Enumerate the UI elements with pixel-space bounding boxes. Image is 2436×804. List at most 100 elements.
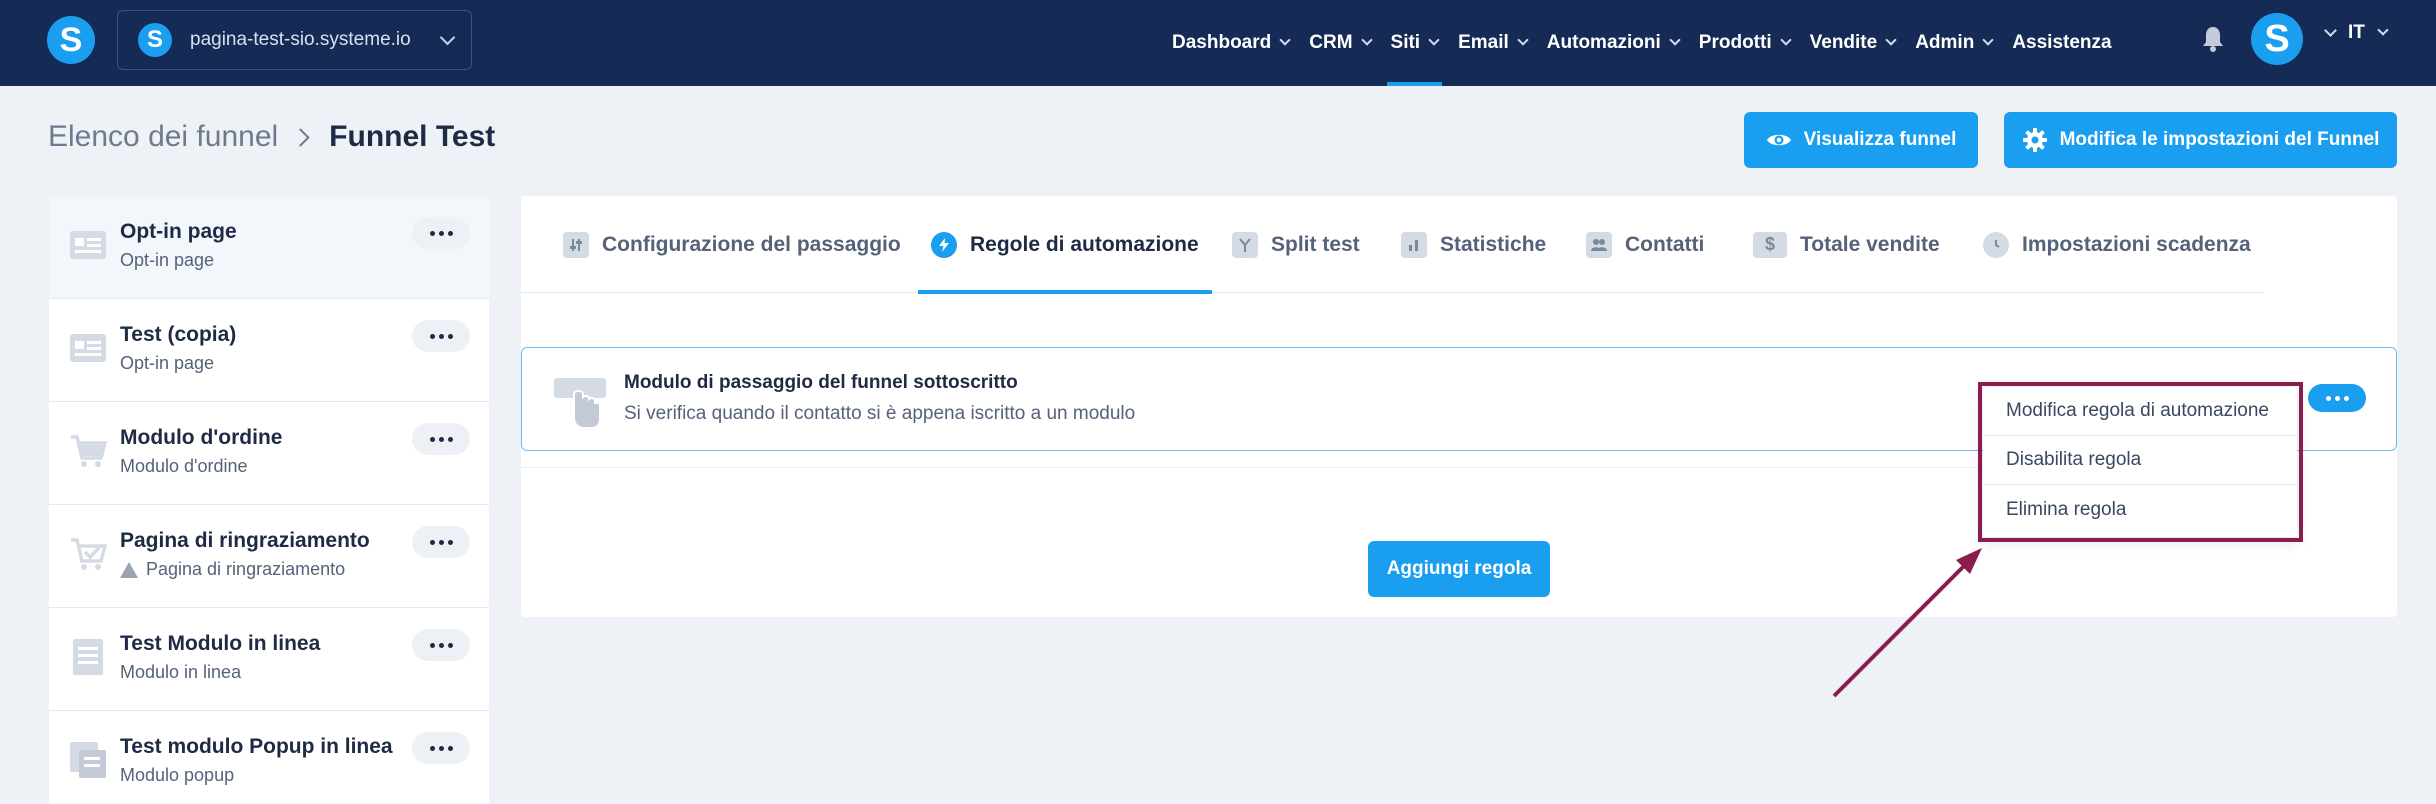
dollar-icon: $ — [1753, 231, 1787, 258]
nav-label: Vendite — [1809, 32, 1878, 53]
tab-split-test[interactable]: Split test — [1232, 196, 1360, 293]
chart-icon — [1401, 231, 1427, 258]
top-navigation-bar: S S pagina-test-sio.systeme.io Dashboard… — [0, 0, 2436, 86]
sidebar-step-thank-you[interactable]: Pagina di ringraziamento Pagina di ringr… — [49, 505, 489, 608]
step-type-label: Pagina di ringraziamento — [146, 559, 346, 579]
chevron-down-icon — [439, 29, 456, 45]
nav-label: Prodotti — [1698, 32, 1772, 53]
document-icon — [73, 639, 103, 675]
sidebar-step-order-form[interactable]: Modulo d'ordine Modulo d'ordine — [49, 402, 489, 505]
chevron-down-icon — [2377, 24, 2389, 36]
nav-label: Automazioni — [1546, 32, 1661, 53]
tab-label: Totale vendite — [1800, 232, 1940, 256]
split-icon — [1232, 231, 1258, 258]
tab-automation-rules[interactable]: Regole di automazione — [918, 196, 1212, 294]
edit-funnel-settings-button[interactable]: Modifica le impostazioni del Funnel — [2004, 112, 2397, 168]
chevron-down-icon — [1779, 34, 1792, 46]
site-name: pagina-test-sio.systeme.io — [190, 29, 411, 50]
nav-label: CRM — [1309, 32, 1353, 53]
sliders-icon — [563, 231, 589, 258]
step-options-button[interactable] — [412, 423, 470, 455]
nav-item-dashboard[interactable]: Dashboard — [1172, 0, 1291, 86]
sidebar-step-optin-page[interactable]: Opt-in page Opt-in page — [49, 196, 489, 299]
tab-label: Configurazione del passaggio — [602, 232, 901, 256]
nav-item-assistenza[interactable]: Assistenza — [2012, 0, 2111, 86]
chevron-down-icon — [1982, 34, 1994, 46]
nav-item-siti[interactable]: Siti — [1386, 0, 1442, 86]
step-type-label: Modulo d'ordine — [120, 456, 248, 476]
bolt-icon — [931, 231, 957, 258]
form-subscribe-icon — [554, 378, 606, 429]
chevron-right-icon — [291, 127, 310, 147]
step-tabs: Configurazione del passaggio Regole di a… — [521, 196, 2263, 294]
chevron-down-icon — [1360, 34, 1373, 46]
sidebar-step-inline-form[interactable]: Test Modulo in linea Modulo in linea — [49, 608, 489, 711]
nav-item-crm[interactable]: CRM — [1309, 0, 1373, 86]
step-title: Pagina di ringraziamento — [120, 529, 370, 552]
sidebar-step-test-copia[interactable]: Test (copia) Opt-in page — [49, 299, 489, 402]
rule-title: Modulo di passaggio del funnel sottoscri… — [624, 372, 1018, 393]
tab-total-sales[interactable]: $ Totale vendite — [1753, 196, 1940, 293]
step-options-button[interactable] — [412, 320, 470, 352]
menu-item-delete-rule[interactable]: Elimina regola — [1983, 485, 2297, 534]
popup-icon — [70, 742, 106, 778]
tab-contacts[interactable]: Contatti — [1586, 196, 1704, 293]
step-type: Pagina di ringraziamento — [120, 559, 345, 580]
chevron-down-icon — [1669, 34, 1681, 46]
breadcrumb-funnel-list-link[interactable]: Elenco dei funnel — [48, 120, 278, 154]
nav-label: Dashboard — [1172, 32, 1272, 53]
menu-item-edit-rule[interactable]: Modifica regola di automazione — [1983, 387, 2297, 436]
step-options-button[interactable] — [412, 526, 470, 558]
nav-item-email[interactable]: Email — [1458, 0, 1529, 86]
step-type-label: Opt-in page — [120, 353, 215, 373]
step-title: Test modulo Popup in linea — [120, 735, 393, 758]
main-nav: Dashboard CRM Siti Email Automazioni Pro… — [1172, 0, 2132, 86]
page-title: Funnel Test — [329, 120, 496, 153]
tab-label: Contatti — [1625, 232, 1705, 256]
step-type: Modulo in linea — [120, 662, 241, 683]
tab-step-configuration[interactable]: Configurazione del passaggio — [563, 196, 901, 293]
step-options-button[interactable] — [412, 629, 470, 661]
bell-icon[interactable] — [2202, 24, 2224, 54]
chevron-down-icon — [1428, 34, 1440, 46]
rule-options-button[interactable] — [2308, 384, 2366, 412]
nav-item-vendite[interactable]: Vendite — [1809, 0, 1897, 86]
chevron-down-icon — [1885, 34, 1897, 46]
step-type: Opt-in page — [120, 250, 214, 271]
nav-item-automazioni[interactable]: Automazioni — [1546, 0, 1681, 86]
clock-icon — [1983, 231, 2009, 258]
nav-label: Email — [1458, 32, 1509, 53]
add-rule-button[interactable]: Aggiungi regola — [1368, 541, 1550, 597]
step-type-label: Opt-in page — [120, 250, 215, 270]
step-options-button[interactable] — [412, 732, 470, 764]
view-funnel-button[interactable]: Visualizza funnel — [1744, 112, 1978, 168]
cart-check-icon — [71, 538, 107, 570]
step-title: Opt-in page — [120, 220, 237, 243]
rule-options-menu: Modifica regola di automazione Disabilit… — [1983, 387, 2297, 537]
nav-label: Siti — [1390, 32, 1421, 53]
site-selector[interactable]: S pagina-test-sio.systeme.io — [117, 10, 472, 70]
language-selector[interactable]: IT — [2348, 22, 2389, 44]
sidebar-step-popup-form[interactable]: Test modulo Popup in linea Modulo popup — [49, 711, 489, 804]
tab-expiration-settings[interactable]: Impostazioni scadenza — [1983, 196, 2251, 293]
systeme-logo[interactable]: S — [47, 16, 95, 64]
step-type: Modulo d'ordine — [120, 456, 248, 477]
tab-statistics[interactable]: Statistiche — [1401, 196, 1546, 293]
user-avatar[interactable]: S — [2251, 13, 2303, 65]
step-title: Test Modulo in linea — [120, 632, 321, 655]
step-options-button[interactable] — [412, 217, 470, 249]
optin-page-icon — [70, 334, 106, 362]
optin-page-icon — [70, 231, 106, 259]
view-funnel-label: Visualizza funnel — [1803, 129, 1957, 150]
nav-item-prodotti[interactable]: Prodotti — [1698, 0, 1792, 86]
chevron-down-icon[interactable] — [2324, 24, 2337, 37]
step-type-label: Modulo in linea — [120, 662, 242, 682]
nav-item-admin[interactable]: Admin — [1915, 0, 1994, 86]
menu-item-disable-rule[interactable]: Disabilita regola — [1983, 436, 2297, 485]
step-type: Opt-in page — [120, 353, 214, 374]
step-title: Test (copia) — [120, 323, 237, 346]
tab-label: Regole di automazione — [970, 232, 1199, 256]
funnel-steps-sidebar: Opt-in page Opt-in page Test (copia) Opt… — [49, 196, 489, 804]
tab-label: Statistiche — [1440, 232, 1547, 256]
edit-funnel-settings-label: Modifica le impostazioni del Funnel — [2059, 129, 2380, 150]
